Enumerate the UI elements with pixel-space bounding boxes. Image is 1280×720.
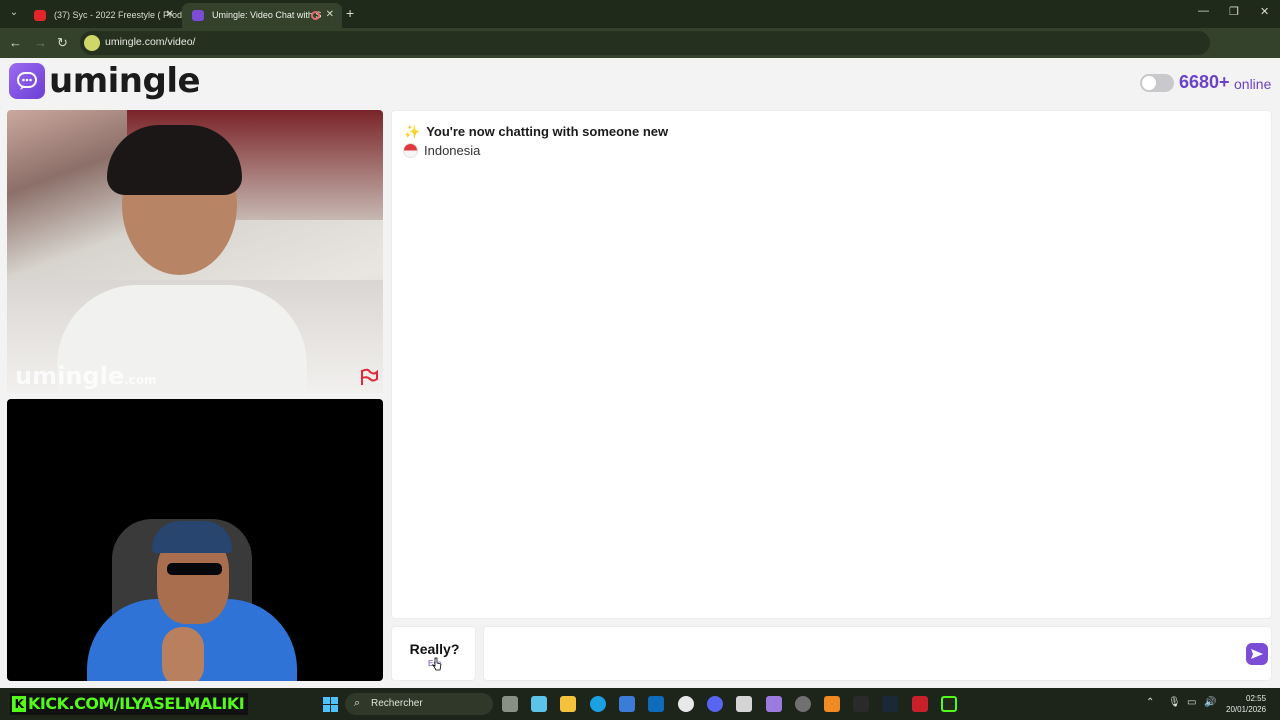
message-input[interactable] (492, 635, 1232, 673)
store-icon[interactable] (619, 696, 635, 712)
file-explorer-icon[interactable] (560, 696, 576, 712)
task-view-icon[interactable] (502, 696, 518, 712)
tab-youtube[interactable]: (37) Syc - 2022 Freestyle ( Prod ✕ (24, 3, 182, 28)
country-name: Indonesia (424, 143, 481, 158)
umingle-logo-icon[interactable] (9, 63, 45, 99)
send-button[interactable] (1246, 643, 1268, 665)
self-sunglasses (167, 563, 222, 575)
app-icon[interactable] (853, 696, 869, 712)
tray-chevron-icon[interactable]: ⌃ (1146, 697, 1154, 708)
copilot-icon[interactable] (531, 696, 547, 712)
address-bar-row: ← → ↻ umingle.com/video/ ⇆ ☆ ≡ ⋮ (0, 28, 1280, 78)
chat-log: ✨ You're now chatting with someone new In… (391, 110, 1272, 619)
video-watermark: umingle.com (15, 362, 157, 390)
site-info-icon[interactable] (84, 35, 100, 51)
stop-button-label: Really? (409, 641, 460, 657)
capcut-icon[interactable] (736, 696, 752, 712)
forward-icon[interactable]: → (34, 35, 47, 50)
system-message: ✨ You're now chatting with someone new (404, 124, 668, 140)
url-text: umingle.com/video/ (105, 36, 196, 48)
umingle-page: umingle 6680+ online umingle.com ✨ You're… (0, 58, 1280, 688)
sparkles-icon: ✨ (404, 124, 421, 139)
search-icon: ⌕ (354, 697, 361, 709)
theme-toggle[interactable] (1140, 74, 1174, 92)
url-field[interactable]: umingle.com/video/ (80, 31, 1210, 55)
kick-logo-icon: K (12, 696, 26, 712)
voice-meeter-icon[interactable] (912, 696, 928, 712)
stranger-video: umingle.com (7, 110, 383, 393)
tab-umingle[interactable]: Umingle: Video Chat with S ✕ (182, 3, 342, 28)
youtube-icon (34, 10, 46, 21)
taskbar-search[interactable]: ⌕ Rechercher (345, 693, 493, 715)
self-video (7, 399, 383, 681)
microphone-icon[interactable]: 🎙 (1168, 697, 1181, 708)
windows-start-icon[interactable] (323, 697, 338, 712)
system-clock[interactable]: 02:55 20/01/2026 (1226, 693, 1266, 715)
tab-title: (37) Syc - 2022 Freestyle ( Prod (54, 10, 182, 20)
volume-icon[interactable]: 🔊 (1204, 697, 1216, 708)
new-tab-icon[interactable]: + (346, 5, 354, 21)
watermark-text: umingle (15, 362, 125, 390)
watermark-suffix: .com (124, 373, 157, 387)
message-composer (483, 626, 1272, 681)
reload-icon[interactable]: ↻ (57, 35, 68, 51)
controller-app-icon[interactable] (766, 696, 782, 712)
browser-tab-bar: ⌄ (37) Syc - 2022 Freestyle ( Prod ✕ Umi… (0, 0, 1280, 28)
taskbar-search-label: Rechercher (371, 698, 423, 709)
close-window-icon[interactable]: ✕ (1260, 5, 1269, 18)
country-info: Indonesia (403, 143, 480, 158)
tab-title: Umingle: Video Chat with S (212, 10, 322, 20)
kick-app-icon[interactable] (941, 696, 957, 712)
outlook-icon[interactable] (648, 696, 664, 712)
chrome-icon[interactable] (678, 696, 694, 712)
online-count: 6680+ (1179, 72, 1230, 92)
mouse-cursor-icon (432, 657, 442, 671)
windows-taskbar: K KICK.COM/ILYASELMALIKI ⌕ Rechercher ⌃ 🎙… (0, 688, 1280, 720)
brand-name[interactable]: umingle (49, 61, 201, 101)
back-icon[interactable]: ← (9, 35, 22, 50)
discord-icon[interactable] (707, 696, 723, 712)
network-icon[interactable]: ▭ (1187, 697, 1196, 708)
toggle-knob (1142, 76, 1156, 90)
tab-search-chevron-icon[interactable]: ⌄ (6, 5, 22, 21)
stream-banner-text: KICK.COM/ILYASELMALIKI (28, 694, 245, 713)
umingle-favicon-icon (192, 10, 204, 21)
self-cap (152, 521, 232, 553)
edge-icon[interactable] (590, 696, 606, 712)
stop-button[interactable]: Really? Esc (391, 626, 476, 681)
self-hand (162, 627, 204, 681)
recording-indicator-icon (311, 11, 320, 20)
clock-date: 20/01/2026 (1226, 705, 1267, 714)
restore-icon[interactable]: ❐ (1229, 5, 1239, 18)
close-tab-icon[interactable]: ✕ (166, 9, 174, 20)
system-message-text: You're now chatting with someone new (426, 124, 669, 139)
online-label: online (1234, 76, 1272, 92)
stream-banner: K KICK.COM/ILYASELMALIKI (10, 693, 249, 715)
report-flag-icon[interactable] (359, 368, 379, 386)
close-tab-icon[interactable]: ✕ (326, 9, 334, 20)
minimize-icon[interactable]: — (1198, 5, 1209, 17)
indonesia-flag-icon (403, 143, 418, 158)
obs-icon[interactable] (795, 696, 811, 712)
steam-icon[interactable] (882, 696, 898, 712)
stranger-hair (107, 125, 242, 195)
send-icon (1251, 649, 1263, 659)
clock-time: 02:55 (1246, 694, 1267, 703)
adobe-app-icon[interactable] (824, 696, 840, 712)
